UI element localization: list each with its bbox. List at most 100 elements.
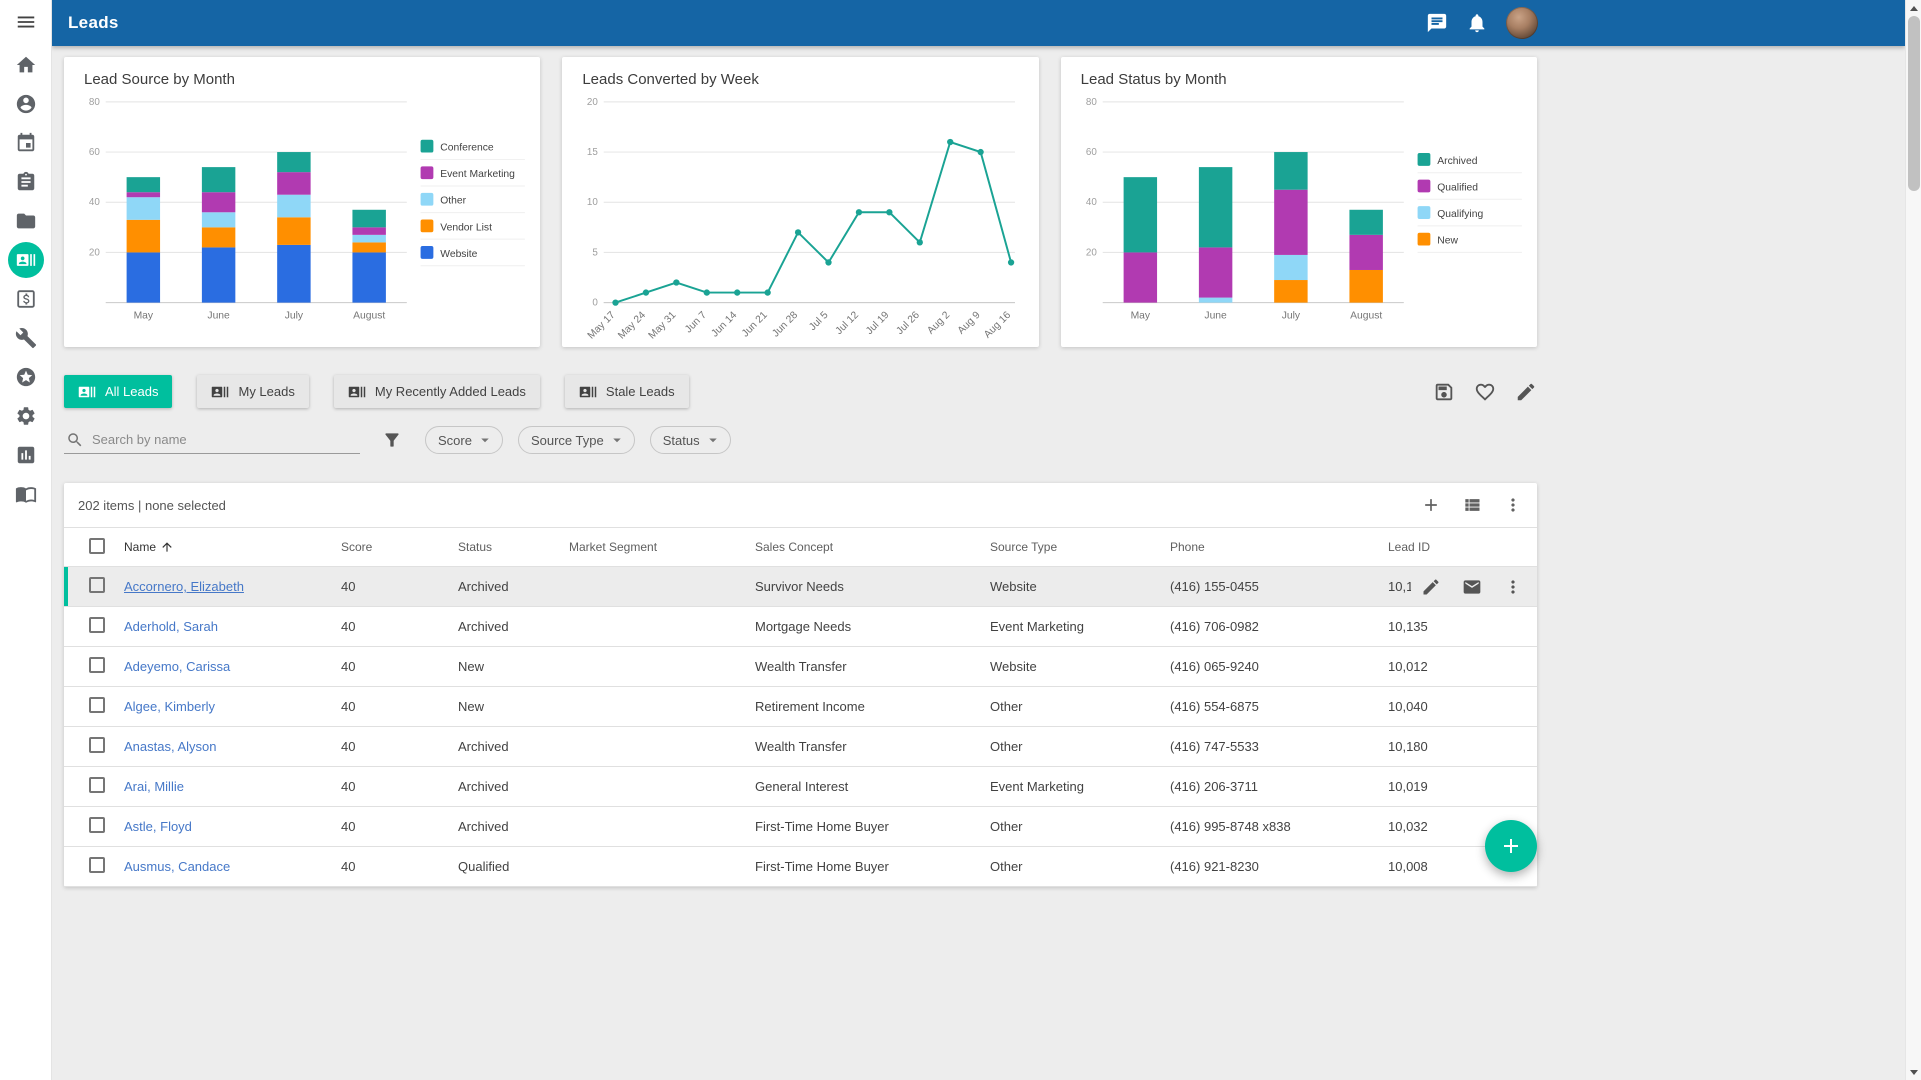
svg-text:80: 80	[89, 97, 100, 108]
lead-name-link[interactable]: Arai, Millie	[124, 779, 184, 794]
edit-view-button[interactable]	[1515, 381, 1537, 403]
column-header-status[interactable]: Status	[458, 540, 569, 554]
tab-stale-leads[interactable]: Stale Leads	[565, 375, 689, 408]
sales-concept-cell: Retirement Income	[755, 699, 990, 714]
legend-item-vendor-list[interactable]: Vendor List	[421, 219, 525, 239]
sidebar-item-contacts[interactable]	[8, 86, 44, 122]
table-row[interactable]: Astle, Floyd40ArchivedFirst-Time Home Bu…	[64, 807, 1537, 847]
legend-item-other[interactable]: Other	[421, 193, 525, 213]
lead-name-link[interactable]: Anastas, Alyson	[124, 739, 217, 754]
sidebar-item-documents[interactable]	[8, 203, 44, 239]
sidebar-item-directory[interactable]	[8, 476, 44, 512]
page-scrollbar[interactable]	[1905, 0, 1921, 1080]
row-checkbox[interactable]	[89, 737, 105, 753]
sidebar-item-settings[interactable]	[8, 398, 44, 434]
sales-concept-cell: First-Time Home Buyer	[755, 819, 990, 834]
select-all-checkbox[interactable]	[89, 538, 105, 554]
legend-item-qualifying[interactable]: Qualifying	[1417, 206, 1521, 226]
legend-item-qualified[interactable]: Qualified	[1417, 180, 1521, 200]
row-checkbox[interactable]	[89, 617, 105, 633]
table-row[interactable]: Algee, Kimberly40NewRetirement IncomeOth…	[64, 687, 1537, 727]
lead-name-link[interactable]: Accornero, Elizabeth	[124, 579, 244, 594]
save-view-button[interactable]	[1433, 381, 1455, 403]
more-options-button[interactable]	[1503, 495, 1523, 515]
legend-item-event-marketing[interactable]: Event Marketing	[421, 166, 525, 186]
legend-item-website[interactable]: Website	[421, 246, 525, 266]
add-item-button[interactable]	[1421, 495, 1441, 515]
table-row[interactable]: Arai, Millie40ArchivedGeneral InterestEv…	[64, 767, 1537, 807]
filter-dropdown-status[interactable]: Status	[650, 426, 731, 454]
row-checkbox[interactable]	[89, 817, 105, 833]
sidebar-item-leads[interactable]	[8, 242, 44, 278]
legend-item-archived[interactable]: Archived	[1417, 153, 1521, 173]
column-header-phone[interactable]: Phone	[1170, 540, 1388, 554]
row-checkbox[interactable]	[89, 857, 105, 873]
legend-item-conference[interactable]: Conference	[421, 140, 525, 160]
table-row[interactable]: Aderhold, Sarah40ArchivedMortgage NeedsE…	[64, 607, 1537, 647]
email-lead-button[interactable]	[1462, 577, 1482, 597]
favorite-view-button[interactable]	[1474, 381, 1496, 403]
view-options-button[interactable]	[1462, 495, 1482, 515]
tab-label: My Leads	[238, 384, 294, 399]
sidebar-item-tasks[interactable]	[8, 164, 44, 200]
filter-dropdown-score[interactable]: Score	[425, 426, 503, 454]
lead-name-link[interactable]: Ausmus, Candace	[124, 859, 230, 874]
phone-cell: (416) 206-3711	[1170, 779, 1388, 794]
svg-text:Aug 16: Aug 16	[983, 310, 1014, 340]
lead-name-link[interactable]: Algee, Kimberly	[124, 699, 215, 714]
column-header-market-segment[interactable]: Market Segment	[569, 540, 755, 554]
row-checkbox[interactable]	[89, 697, 105, 713]
column-header-lead-id[interactable]: Lead ID	[1388, 540, 1537, 554]
calendar-icon	[15, 132, 37, 154]
sidebar-item-calendar[interactable]	[8, 125, 44, 161]
lead-id-cell: 10,135	[1388, 619, 1537, 634]
svg-text:5: 5	[593, 247, 599, 258]
edit-lead-button[interactable]	[1421, 577, 1441, 597]
view-actions	[1433, 381, 1537, 403]
table-row[interactable]: Accornero, Elizabeth40ArchivedSurvivor N…	[64, 567, 1537, 607]
lead-name-link[interactable]: Aderhold, Sarah	[124, 619, 218, 634]
scroll-down-arrow[interactable]	[1906, 1064, 1921, 1080]
row-checkbox[interactable]	[89, 657, 105, 673]
svg-text:Jun 14: Jun 14	[710, 310, 740, 340]
sidebar-item-services[interactable]	[8, 320, 44, 356]
lead-more-button[interactable]	[1503, 577, 1523, 597]
sidebar-item-home[interactable]	[8, 47, 44, 83]
filter-button[interactable]	[382, 430, 402, 450]
table-row[interactable]: Ausmus, Candace40QualifiedFirst-Time Hom…	[64, 847, 1537, 887]
tab-all-leads[interactable]: All Leads	[64, 375, 172, 408]
table-header-row: NameScoreStatusMarket SegmentSales Conce…	[64, 527, 1537, 567]
scroll-thumb[interactable]	[1908, 16, 1920, 191]
sidebar-item-opportunities[interactable]	[8, 281, 44, 317]
add-lead-fab[interactable]	[1485, 820, 1537, 872]
sidebar-item-campaigns[interactable]	[8, 359, 44, 395]
source-type-cell: Other	[990, 739, 1170, 754]
column-header-name[interactable]: Name	[124, 540, 341, 554]
chart-title: Lead Source by Month	[76, 71, 528, 88]
table-row[interactable]: Anastas, Alyson40ArchivedWealth Transfer…	[64, 727, 1537, 767]
messages-button[interactable]	[1426, 12, 1448, 34]
lead-name-link[interactable]: Astle, Floyd	[124, 819, 192, 834]
row-checkbox[interactable]	[89, 577, 105, 593]
table-row[interactable]: Adeyemo, Carissa40NewWealth TransferWebs…	[64, 647, 1537, 687]
row-checkbox[interactable]	[89, 777, 105, 793]
svg-text:Conference: Conference	[440, 143, 494, 154]
table-actions	[1421, 495, 1537, 515]
column-header-score[interactable]: Score	[341, 540, 458, 554]
leads-table: 202 items | none selected NameScoreStatu…	[64, 483, 1537, 887]
menu-button[interactable]	[15, 10, 37, 34]
column-header-sales-concept[interactable]: Sales Concept	[755, 540, 990, 554]
tab-label: My Recently Added Leads	[375, 384, 526, 399]
column-header-source-type[interactable]: Source Type	[990, 540, 1170, 554]
tab-my-leads[interactable]: My Leads	[197, 375, 308, 408]
search-input[interactable]	[92, 432, 358, 447]
scroll-up-arrow[interactable]	[1906, 0, 1921, 16]
user-avatar[interactable]	[1506, 7, 1538, 39]
filter-dropdown-source-type[interactable]: Source Type	[518, 426, 635, 454]
tab-my-recently-added-leads[interactable]: My Recently Added Leads	[334, 375, 540, 408]
sidebar-item-reports[interactable]	[8, 437, 44, 473]
notifications-button[interactable]	[1466, 12, 1488, 34]
charts-row: Lead Source by Month20406080MayJuneJulyA…	[64, 57, 1537, 347]
legend-item-new[interactable]: New	[1417, 233, 1521, 253]
lead-name-link[interactable]: Adeyemo, Carissa	[124, 659, 230, 674]
